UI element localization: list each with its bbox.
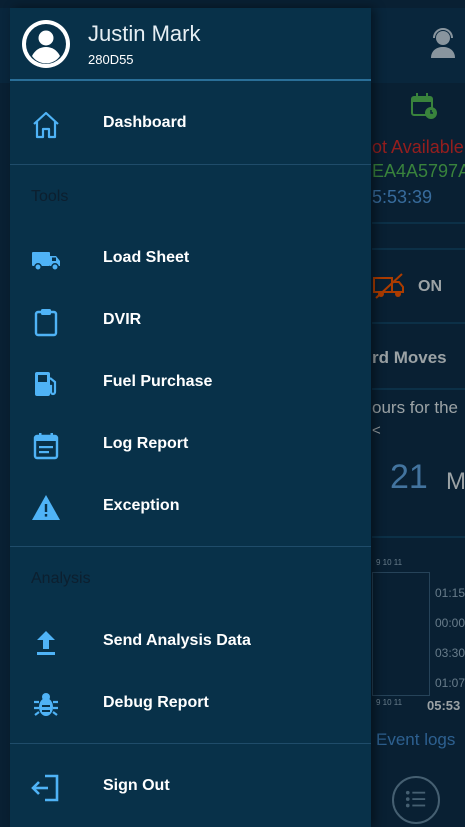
- navigation-drawer: Justin Mark 280D55 Dashboard Tools Load …: [10, 8, 371, 827]
- calendar-report-icon: [33, 433, 59, 460]
- menu-item-label: Load Sheet: [103, 249, 190, 266]
- exit-icon: [31, 774, 59, 802]
- drawer-header: Justin Mark 280D55: [10, 8, 371, 81]
- account-circle-icon: [26, 24, 66, 64]
- menu-item-label: DVIR: [103, 311, 142, 328]
- user-name: Justin Mark: [88, 21, 201, 46]
- avatar[interactable]: [22, 20, 70, 68]
- menu-item-sign-out[interactable]: Sign Out: [10, 759, 371, 815]
- menu-item-fuel-purchase[interactable]: Fuel Purchase: [10, 355, 371, 411]
- truck-icon: [32, 252, 60, 271]
- menu-item-label: Dashboard: [103, 114, 187, 131]
- divider: [10, 743, 371, 744]
- menu-item-debug-report[interactable]: Debug Report: [10, 676, 371, 732]
- menu-item-send-analysis[interactable]: Send Analysis Data: [10, 614, 371, 670]
- upload-icon: [37, 631, 55, 655]
- menu-item-load-sheet[interactable]: Load Sheet: [10, 231, 371, 287]
- section-title-tools: Tools: [31, 188, 69, 205]
- menu-item-label: Log Report: [103, 435, 189, 452]
- menu-item-dvir[interactable]: DVIR: [10, 293, 371, 349]
- menu-item-label: Exception: [103, 497, 180, 514]
- clipboard-icon: [34, 309, 58, 337]
- divider: [10, 164, 371, 165]
- fuel-pump-icon: [35, 372, 57, 396]
- home-icon: [33, 111, 59, 139]
- section-title-analysis: Analysis: [31, 570, 91, 587]
- user-code: 280D55: [88, 52, 134, 67]
- bug-icon: [34, 693, 58, 716]
- menu-item-exception[interactable]: Exception: [10, 479, 371, 535]
- menu-item-dashboard[interactable]: Dashboard: [10, 96, 371, 152]
- menu-item-label: Debug Report: [103, 694, 209, 711]
- menu-item-label: Sign Out: [103, 777, 170, 794]
- divider: [10, 546, 371, 547]
- menu-item-label: Send Analysis Data: [103, 632, 251, 649]
- menu-item-log-report[interactable]: Log Report: [10, 417, 371, 473]
- warning-icon: [32, 495, 60, 520]
- menu-item-label: Fuel Purchase: [103, 373, 213, 390]
